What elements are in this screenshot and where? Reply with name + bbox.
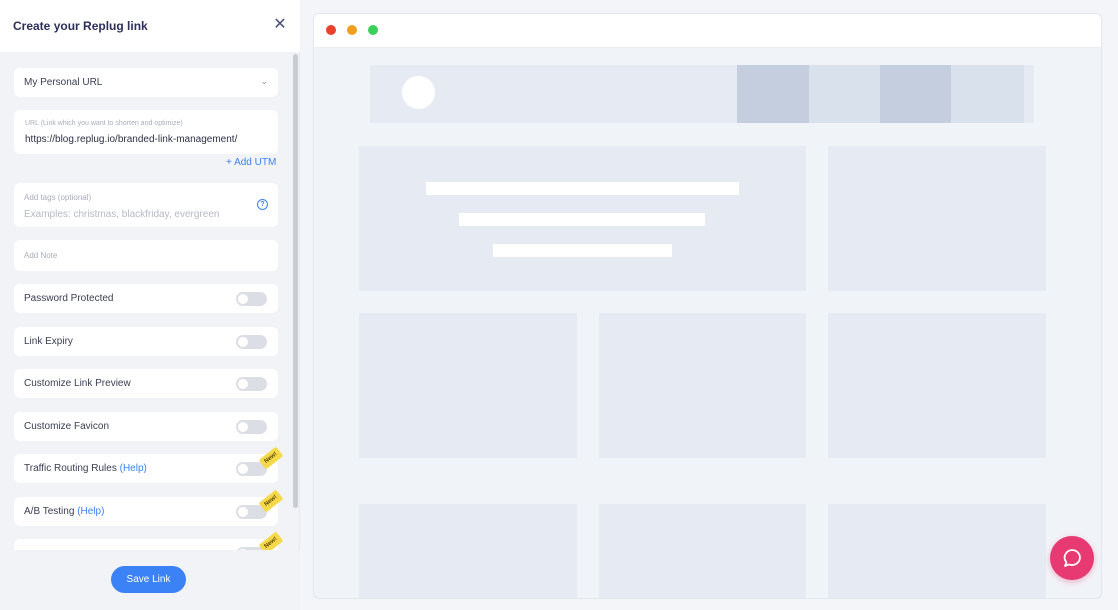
toggle-label: A/B Testing (Help) [24, 506, 104, 517]
toggle-label-text: Customize Link Preview [24, 378, 131, 389]
help-link[interactable]: (Help) [120, 463, 147, 474]
link-expiry-toggle[interactable] [236, 335, 267, 349]
skeleton-nav-tab [951, 65, 1024, 123]
skeleton-card [599, 313, 806, 458]
chat-support-button[interactable] [1050, 536, 1094, 580]
toggle-label-text: Traffic Routing Rules [24, 463, 117, 474]
toggle-row-customize-favicon: Customize Favicon [14, 412, 278, 441]
window-minimize-dot [347, 25, 357, 35]
add-utm-link[interactable]: + Add UTM [226, 157, 276, 168]
skeleton-nav-tab [737, 65, 809, 123]
tags-field[interactable]: Add tags (optional) ? [14, 183, 278, 227]
skeleton-card [359, 313, 577, 458]
customize-link-preview-toggle[interactable] [236, 377, 267, 391]
toggle-row-password-protected: Password Protected [14, 284, 278, 313]
skeleton-nav-tab [880, 65, 951, 123]
url-field[interactable]: URL (Link which you want to shorten and … [14, 110, 278, 154]
toggle-row-ab-testing: A/B Testing (Help) [14, 497, 278, 526]
toggle-knob [238, 294, 248, 304]
window-maximize-dot [368, 25, 378, 35]
skeleton-text-line [426, 182, 739, 195]
chevron-down-icon: ⌄ [260, 76, 268, 86]
skeleton-card [828, 504, 1046, 598]
toggle-knob [238, 464, 248, 474]
toggle-label: Customize Link Preview [24, 378, 131, 389]
chat-bubble-icon [1063, 549, 1081, 567]
toggle-knob [238, 422, 248, 432]
browser-title-bar [314, 14, 1101, 48]
link-type-value: My Personal URL [24, 77, 103, 88]
panel-footer: Save Link [0, 550, 300, 610]
panel-scrollbar[interactable] [291, 52, 299, 550]
toggle-row-traffic-routing-rules: Traffic Routing Rules (Help) [14, 454, 278, 483]
toggle-label-text: Customize Favicon [24, 421, 110, 432]
toggle-knob [238, 507, 248, 517]
url-field-label: URL (Link which you want to shorten and … [25, 120, 183, 127]
toggle-row-customize-link-preview: Customize Link Preview [14, 369, 278, 398]
scrollbar-thumb[interactable] [293, 54, 298, 508]
skeleton-card [828, 313, 1046, 458]
toggle-row-link-expiry: Link Expiry [14, 327, 278, 356]
toggle-label-text: Link Expiry [24, 336, 73, 347]
url-field-value[interactable]: https://blog.replug.io/branded-link-mana… [25, 134, 237, 145]
create-link-panel: Create your Replug link ✕ My Personal UR… [0, 0, 300, 610]
toggle-label-text: A/B Testing [24, 506, 75, 517]
toggle-label: Link Expiry [24, 336, 73, 347]
link-type-select[interactable]: My Personal URL ⌄ [14, 68, 278, 97]
window-close-dot [326, 25, 336, 35]
skeleton-avatar [402, 76, 435, 109]
toggle-label: Password Protected [24, 293, 114, 304]
browser-preview [313, 13, 1102, 599]
panel-title: Create your Replug link [13, 19, 148, 33]
note-field[interactable] [14, 240, 278, 271]
skeleton-side-card [828, 146, 1046, 291]
help-link[interactable]: (Help) [77, 506, 104, 517]
close-icon[interactable]: ✕ [272, 17, 288, 33]
help-icon[interactable]: ? [257, 199, 268, 210]
toggle-label: Customize Favicon [24, 421, 109, 432]
toggle-knob [238, 337, 248, 347]
skeleton-nav-tab [809, 65, 880, 123]
panel-header: Create your Replug link ✕ [0, 0, 300, 52]
panel-scroll-area[interactable]: My Personal URL ⌄ URL (Link which you wa… [0, 52, 300, 550]
toggle-label: Traffic Routing Rules (Help) [24, 463, 147, 474]
skeleton-card [599, 504, 806, 598]
note-input[interactable] [24, 248, 264, 262]
customize-favicon-toggle[interactable] [236, 420, 267, 434]
save-link-button[interactable]: Save Link [111, 566, 186, 593]
skeleton-text-line [493, 244, 672, 257]
toggle-row-partial [14, 539, 278, 550]
password-protected-toggle[interactable] [236, 292, 267, 306]
toggle-label-text: Password Protected [24, 293, 114, 304]
toggle-knob [238, 379, 248, 389]
skeleton-card [359, 504, 577, 598]
skeleton-text-line [459, 213, 705, 226]
tags-input[interactable] [24, 207, 244, 221]
tags-field-label: Add tags (optional) [24, 193, 92, 202]
new-badge: New! [258, 531, 284, 550]
